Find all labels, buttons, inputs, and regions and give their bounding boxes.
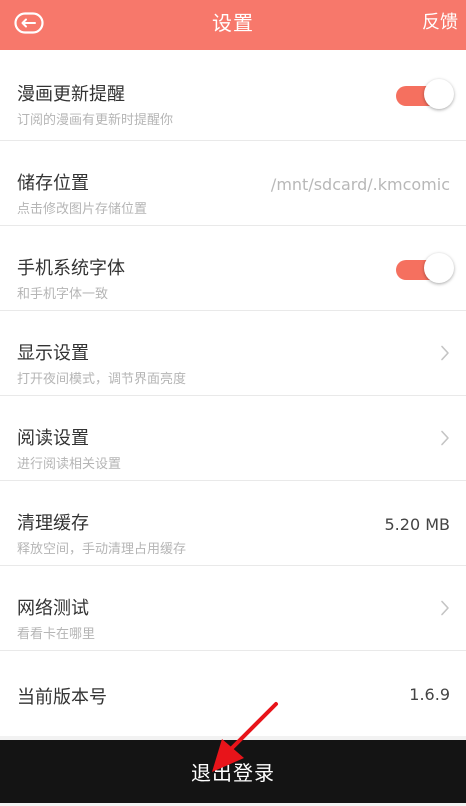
setting-title: 显示设置 [17, 343, 89, 364]
setting-network-test[interactable]: 网络测试 看看卡在哪里 [0, 566, 466, 651]
setting-title: 阅读设置 [17, 428, 89, 449]
setting-subtitle: 打开夜间模式，调节界面亮度 [17, 372, 187, 387]
version-value: 1.6.9 [409, 685, 450, 704]
setting-subtitle: 和手机字体一致 [17, 287, 109, 302]
system-font-toggle[interactable] [396, 253, 454, 283]
setting-subtitle: 订阅的漫画有更新时提醒你 [17, 113, 174, 128]
setting-title: 当前版本号 [17, 687, 107, 708]
setting-storage-location[interactable]: 储存位置 点击修改图片存储位置 /mnt/sdcard/.kmcomic [0, 141, 466, 226]
cache-size-value: 5.20 MB [384, 515, 451, 534]
logout-button[interactable]: 退出登录 [0, 740, 466, 803]
page-title: 设置 [212, 11, 254, 35]
settings-list: 漫画更新提醒 订阅的漫画有更新时提醒你 储存位置 点击修改图片存储位置 /mnt… [0, 50, 466, 736]
setting-reading[interactable]: 阅读设置 进行阅读相关设置 [0, 396, 466, 481]
setting-subtitle: 释放空间，手动清理占用缓存 [17, 542, 187, 557]
setting-title: 储存位置 [17, 173, 89, 194]
setting-title: 清理缓存 [17, 513, 89, 534]
feedback-button[interactable]: 反馈 [422, 0, 458, 50]
chevron-right-icon [441, 430, 449, 446]
toggle-knob [424, 253, 454, 283]
setting-subtitle: 点击修改图片存储位置 [17, 202, 148, 217]
setting-subtitle: 看看卡在哪里 [17, 627, 96, 642]
storage-path-value: /mnt/sdcard/.kmcomic [270, 175, 450, 194]
setting-title: 漫画更新提醒 [17, 84, 125, 105]
setting-clear-cache[interactable]: 清理缓存 释放空间，手动清理占用缓存 5.20 MB [0, 481, 466, 566]
setting-version: 当前版本号 1.6.9 [0, 651, 466, 736]
chevron-right-icon [441, 600, 449, 616]
setting-system-font[interactable]: 手机系统字体 和手机字体一致 [0, 226, 466, 311]
setting-display[interactable]: 显示设置 打开夜间模式，调节界面亮度 [0, 311, 466, 396]
setting-title: 手机系统字体 [17, 258, 125, 279]
setting-subtitle: 进行阅读相关设置 [17, 457, 122, 472]
update-reminder-toggle[interactable] [396, 79, 454, 109]
title-bar: 设置 反馈 [0, 0, 466, 50]
chevron-right-icon [441, 345, 449, 361]
toggle-knob [424, 79, 454, 109]
setting-update-reminder[interactable]: 漫画更新提醒 订阅的漫画有更新时提醒你 [0, 50, 466, 141]
setting-title: 网络测试 [17, 598, 89, 619]
